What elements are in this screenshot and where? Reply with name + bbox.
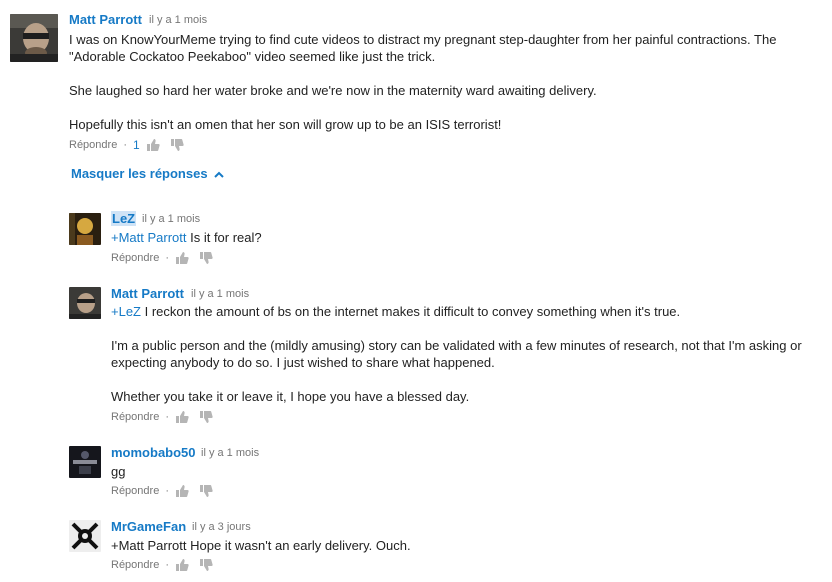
reply-button[interactable]: Répondre (69, 139, 117, 151)
reply-author[interactable]: Matt Parrott (111, 286, 184, 301)
thumbs-down-icon[interactable] (199, 558, 213, 572)
reply-button[interactable]: Répondre (111, 411, 159, 423)
reply-timestamp[interactable]: il y a 3 jours (192, 521, 251, 533)
mention-link[interactable]: +LeZ (111, 304, 141, 319)
reply-author[interactable]: MrGameFan (111, 519, 186, 534)
separator-dot: · (165, 485, 169, 497)
comment-text-line: Hopefully this isn't an omen that her so… (69, 117, 502, 132)
separator-dot: · (123, 139, 127, 151)
reply-text-line: +LeZ I reckon the amount of bs on the in… (111, 304, 680, 320)
hide-replies-button[interactable]: Masquer les réponses (71, 166, 224, 181)
reply-timestamp[interactable]: il y a 1 mois (191, 288, 249, 300)
reply-timestamp[interactable]: il y a 1 mois (142, 213, 200, 225)
reply-actions: Répondre · (111, 484, 223, 498)
avatar-matt-parrott[interactable] (69, 287, 101, 319)
hide-replies-label: Masquer les réponses (71, 166, 208, 181)
comment-text-line: "Adorable Cockatoo Peekaboo" video seeme… (69, 49, 436, 64)
reply-text-line: expecting anybody to do so. I just wishe… (111, 355, 495, 370)
comment-actions: Répondre · 1 (69, 138, 194, 152)
chevron-up-icon (213, 166, 224, 181)
reply-author[interactable]: momobabo50 (111, 445, 196, 460)
reply-text-line: Whether you take it or leave it, I hope … (111, 389, 470, 404)
avatar-mrgamefan[interactable] (69, 520, 101, 552)
reply-text: I reckon the amount of bs on the interne… (141, 304, 681, 319)
avatar-matt-parrott[interactable] (10, 14, 58, 62)
avatar-momobabo50[interactable] (69, 446, 101, 478)
thumbs-down-icon[interactable] (199, 410, 213, 424)
separator-dot: · (165, 559, 169, 571)
thumbs-up-icon[interactable] (175, 558, 189, 572)
separator-dot: · (165, 411, 169, 423)
thumbs-up-icon[interactable] (175, 484, 189, 498)
comment-text-line: I was on KnowYourMeme trying to find cut… (69, 32, 777, 47)
reply-timestamp[interactable]: il y a 1 mois (201, 447, 259, 459)
mention-link[interactable]: +Matt Parrott (111, 230, 187, 245)
thumbs-up-icon[interactable] (146, 138, 160, 152)
reply-text-line: +Matt Parrott Is it for real? (111, 230, 262, 246)
reply-text-line: I'm a public person and the (mildly amus… (111, 338, 802, 353)
comment-text-line: She laughed so hard her water broke and … (69, 83, 597, 98)
reply-actions: Répondre · (111, 558, 223, 572)
reply-author-name[interactable]: LeZ (111, 211, 137, 226)
reply-button[interactable]: Répondre (111, 252, 159, 264)
thumbs-up-icon[interactable] (175, 410, 189, 424)
reply-text-line: +Matt Parrott Hope it wasn't an early de… (111, 538, 411, 553)
comment-author[interactable]: Matt Parrott (69, 12, 142, 27)
like-count: 1 (133, 138, 140, 152)
separator-dot: · (165, 252, 169, 264)
avatar-lez[interactable] (69, 213, 101, 245)
reply-button[interactable]: Répondre (111, 559, 159, 571)
reply-actions: Répondre · (111, 251, 223, 265)
reply-text: Is it for real? (186, 230, 262, 245)
reply-text-line: gg (111, 464, 126, 479)
thumbs-down-icon[interactable] (170, 138, 184, 152)
reply-button[interactable]: Répondre (111, 485, 159, 497)
reply-author[interactable]: LeZ (111, 211, 137, 226)
thumbs-down-icon[interactable] (199, 251, 213, 265)
reply-actions: Répondre · (111, 410, 223, 424)
comment-timestamp[interactable]: il y a 1 mois (149, 14, 207, 26)
thumbs-down-icon[interactable] (199, 484, 213, 498)
thumbs-up-icon[interactable] (175, 251, 189, 265)
